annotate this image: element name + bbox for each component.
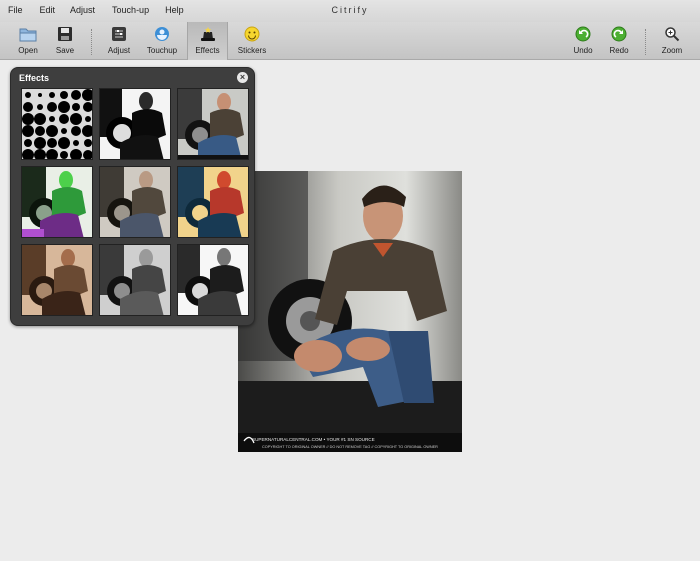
effects-label: Effects: [195, 46, 220, 55]
stickers-label: Stickers: [237, 46, 267, 55]
save-button[interactable]: Save: [53, 22, 77, 60]
effects-panel-title: Effects: [19, 73, 50, 83]
magic-hat-icon: [199, 25, 217, 43]
save-label: Save: [55, 46, 75, 55]
effect-grayscale-thumbnail[interactable]: [99, 244, 171, 316]
effect-bright-bw-thumbnail[interactable]: [177, 244, 249, 316]
close-icon[interactable]: ×: [237, 72, 248, 83]
folder-icon: [19, 25, 37, 43]
effect-posterize-thumbnail[interactable]: [177, 166, 249, 238]
watermark-line-1: SUPERNATURALCENTRAL.COM • YOUR #1 SN SOU…: [252, 437, 375, 442]
toolbar: Open Save Adjust Touchup Effects Sticker…: [0, 22, 700, 60]
effect-halftone-thumbnail[interactable]: [21, 88, 93, 160]
photo-image: SUPERNATURALCENTRAL.COM • YOUR #1 SN SOU…: [238, 171, 462, 452]
touchup-label: Touchup: [146, 46, 178, 55]
effects-panel: Effects ×: [10, 67, 255, 326]
effect-green-tint-thumbnail[interactable]: [21, 166, 93, 238]
stickers-button[interactable]: Stickers: [235, 22, 269, 60]
undo-button[interactable]: Undo: [572, 22, 594, 60]
effects-button[interactable]: Effects: [187, 22, 228, 60]
touchup-button[interactable]: Touchup: [146, 22, 178, 60]
effect-sepia-thumbnail[interactable]: [21, 244, 93, 316]
redo-button[interactable]: Redo: [608, 22, 630, 60]
redo-arrow-icon: [610, 25, 628, 43]
undo-label: Undo: [573, 46, 593, 55]
open-button[interactable]: Open: [16, 22, 40, 60]
toolbar-separator: [645, 29, 646, 55]
adjust-button[interactable]: Adjust: [105, 22, 133, 60]
effect-original-thumbnail[interactable]: [177, 88, 249, 160]
effects-grid: [21, 88, 249, 316]
adjust-sliders-icon: [110, 25, 128, 43]
open-label: Open: [18, 46, 38, 55]
magnifier-zoom-icon: [663, 25, 681, 43]
touchup-icon: [153, 25, 171, 43]
undo-arrow-icon: [574, 25, 592, 43]
menu-bar: File Edit Adjust Touch-up Help Citrify: [0, 0, 700, 22]
smiley-icon: [243, 25, 261, 43]
zoom-label: Zoom: [661, 46, 683, 55]
floppy-disk-icon: [56, 25, 74, 43]
app-title: Citrify: [331, 5, 369, 15]
adjust-label: Adjust: [107, 46, 131, 55]
redo-label: Redo: [609, 46, 629, 55]
toolbar-separator: [91, 29, 92, 55]
effect-high-contrast-thumbnail[interactable]: [99, 88, 171, 160]
zoom-button[interactable]: Zoom: [660, 22, 684, 60]
watermark-line-2: COPYRIGHT TO ORIGINAL OWNER // DO NOT RE…: [262, 445, 438, 449]
canvas-photo[interactable]: SUPERNATURALCENTRAL.COM • YOUR #1 SN SOU…: [238, 171, 462, 452]
effect-muted-thumbnail[interactable]: [99, 166, 171, 238]
